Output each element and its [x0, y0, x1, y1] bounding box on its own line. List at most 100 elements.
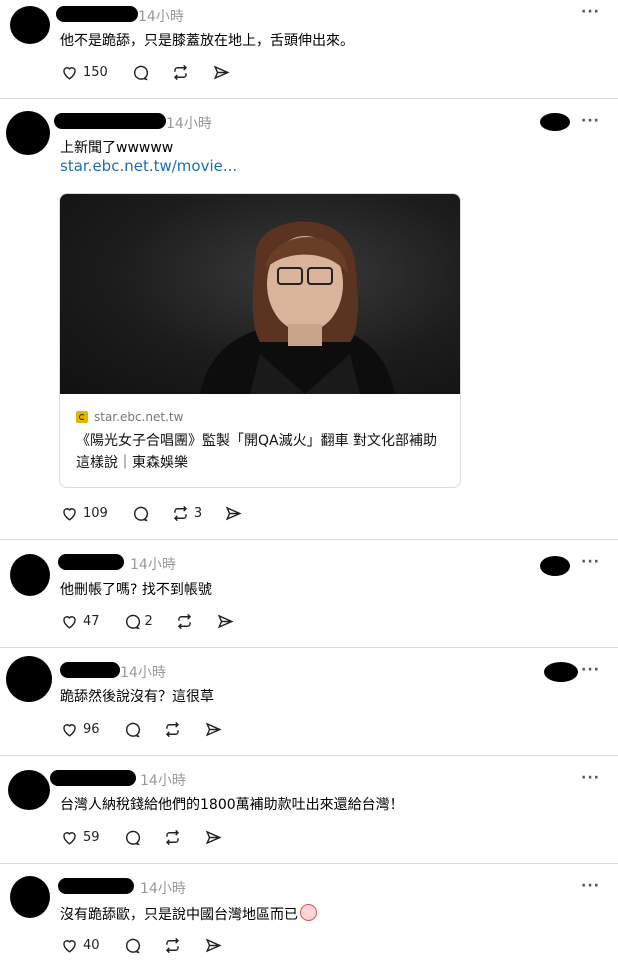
comment-button[interactable]	[130, 63, 149, 82]
share-button[interactable]	[204, 936, 223, 955]
share-icon	[217, 614, 234, 628]
comment-button[interactable]	[122, 936, 141, 955]
comment-button[interactable]	[122, 828, 141, 847]
share-icon	[205, 938, 222, 952]
post-actions: 96	[60, 717, 245, 741]
post-text: 上新聞了wwwww	[60, 140, 174, 156]
post-actions: 47 2	[60, 609, 257, 633]
heart-icon	[63, 66, 76, 80]
post-2: 14小時 ··· 他刪帳了嗎? 找不到帳號 47 2	[0, 540, 618, 647]
comment-icon	[125, 614, 140, 629]
more-icon[interactable]: ···	[581, 4, 600, 20]
link-preview-card[interactable]: star.ebc.net.tw 《陽光女子合唱團》監製「開QA滅火」翻車 對文化…	[59, 193, 461, 488]
post-text-content: 沒有跪舔歐，只是說中國台灣地區而已	[60, 907, 298, 923]
repost-icon	[173, 505, 187, 521]
share-icon	[213, 65, 230, 79]
repost-icon	[165, 721, 179, 737]
like-count: 47	[83, 613, 100, 629]
repost-icon	[173, 64, 187, 80]
avatar[interactable]	[10, 554, 50, 596]
post-actions: 150	[60, 60, 253, 84]
repost-button[interactable]	[163, 720, 182, 739]
portrait-image	[200, 221, 395, 394]
preview-domain: star.ebc.net.tw	[76, 410, 183, 424]
post-4: 14小時 ··· 台灣人納稅錢給他們的1800萬補助款吐出來還給台灣！ 59	[0, 756, 618, 863]
heart-icon	[63, 831, 76, 845]
like-button[interactable]: 150	[60, 63, 108, 82]
avatar[interactable]	[6, 656, 52, 702]
more-icon[interactable]: ···	[581, 662, 600, 678]
post-text: 跪舔然後說沒有？這很草	[60, 689, 214, 705]
like-button[interactable]: 47	[60, 612, 100, 631]
site-favicon-icon	[76, 411, 88, 423]
share-button[interactable]	[204, 828, 223, 847]
share-button[interactable]	[204, 720, 223, 739]
comment-button[interactable]: 2	[122, 612, 153, 631]
post-0: 14小時 ··· 他不是跪舔，只是膝蓋放在地上，舌頭伸出來。 150	[0, 0, 618, 98]
more-icon[interactable]: ···	[581, 878, 600, 894]
repost-icon	[177, 613, 191, 629]
comment-icon	[125, 722, 140, 737]
like-button[interactable]: 59	[60, 828, 100, 847]
post-text: 台灣人納稅錢給他們的1800萬補助款吐出來還給台灣！	[60, 797, 404, 813]
post-link[interactable]: star.ebc.net.tw/movie...	[60, 157, 237, 175]
post-actions: 109 3	[60, 501, 265, 525]
share-button[interactable]	[216, 612, 235, 631]
preview-title: 《陽光女子合唱團》監製「開QA滅火」翻車 對文化部補助這樣說｜東森娛樂	[76, 433, 438, 471]
avatar[interactable]	[6, 111, 50, 155]
repost-icon	[165, 937, 179, 953]
post-time: 14小時	[140, 881, 186, 897]
comment-button[interactable]	[130, 504, 149, 523]
post-time: 14小時	[120, 665, 166, 681]
repost-button[interactable]	[163, 936, 182, 955]
repost-button[interactable]: 3	[171, 504, 202, 523]
heart-icon	[63, 507, 76, 521]
share-button[interactable]	[212, 63, 231, 82]
comment-button[interactable]	[122, 720, 141, 739]
reply-avatar-redacted	[544, 662, 578, 682]
like-button[interactable]: 96	[60, 720, 100, 739]
post-text: 他刪帳了嗎? 找不到帳號	[60, 582, 212, 598]
more-icon[interactable]: ···	[581, 770, 600, 786]
post-3: 14小時 ··· 跪舔然後說沒有？這很草 96	[0, 648, 618, 755]
username-redacted[interactable]	[56, 6, 138, 22]
post-time: 14小時	[130, 557, 176, 573]
post-time: 14小時	[166, 116, 212, 132]
more-icon[interactable]: ···	[581, 554, 600, 570]
heart-icon	[63, 723, 76, 737]
clown-emoji-icon	[300, 904, 317, 921]
avatar[interactable]	[8, 770, 50, 810]
post-time: 14小時	[140, 773, 186, 789]
like-count: 109	[83, 505, 108, 521]
more-icon[interactable]: ···	[581, 113, 600, 129]
preview-image	[60, 194, 460, 394]
comment-count: 2	[144, 613, 153, 629]
repost-button[interactable]	[163, 828, 182, 847]
username-redacted[interactable]	[50, 770, 136, 786]
like-button[interactable]: 40	[60, 936, 100, 955]
post-text: 沒有跪舔歐，只是說中國台灣地區而已	[60, 904, 317, 924]
comment-icon	[133, 506, 148, 521]
like-count: 150	[83, 64, 108, 80]
avatar[interactable]	[10, 6, 50, 44]
reply-avatar-redacted	[540, 556, 570, 576]
post-actions: 40	[60, 933, 245, 957]
share-icon	[205, 830, 222, 844]
reply-avatar-redacted	[540, 113, 570, 131]
comment-icon	[133, 65, 148, 80]
share-button[interactable]	[224, 504, 243, 523]
username-redacted[interactable]	[58, 554, 124, 570]
like-button[interactable]: 109	[60, 504, 108, 523]
share-icon	[225, 506, 242, 520]
repost-button[interactable]	[175, 612, 194, 631]
username-redacted[interactable]	[58, 878, 134, 894]
like-count: 40	[83, 937, 100, 953]
post-actions: 59	[60, 825, 245, 849]
comment-icon	[125, 830, 140, 845]
repost-button[interactable]	[171, 63, 190, 82]
username-redacted[interactable]	[60, 662, 120, 678]
username-redacted[interactable]	[54, 113, 166, 129]
like-count: 59	[83, 829, 100, 845]
post-time: 14小時	[138, 9, 184, 25]
avatar[interactable]	[10, 876, 50, 918]
